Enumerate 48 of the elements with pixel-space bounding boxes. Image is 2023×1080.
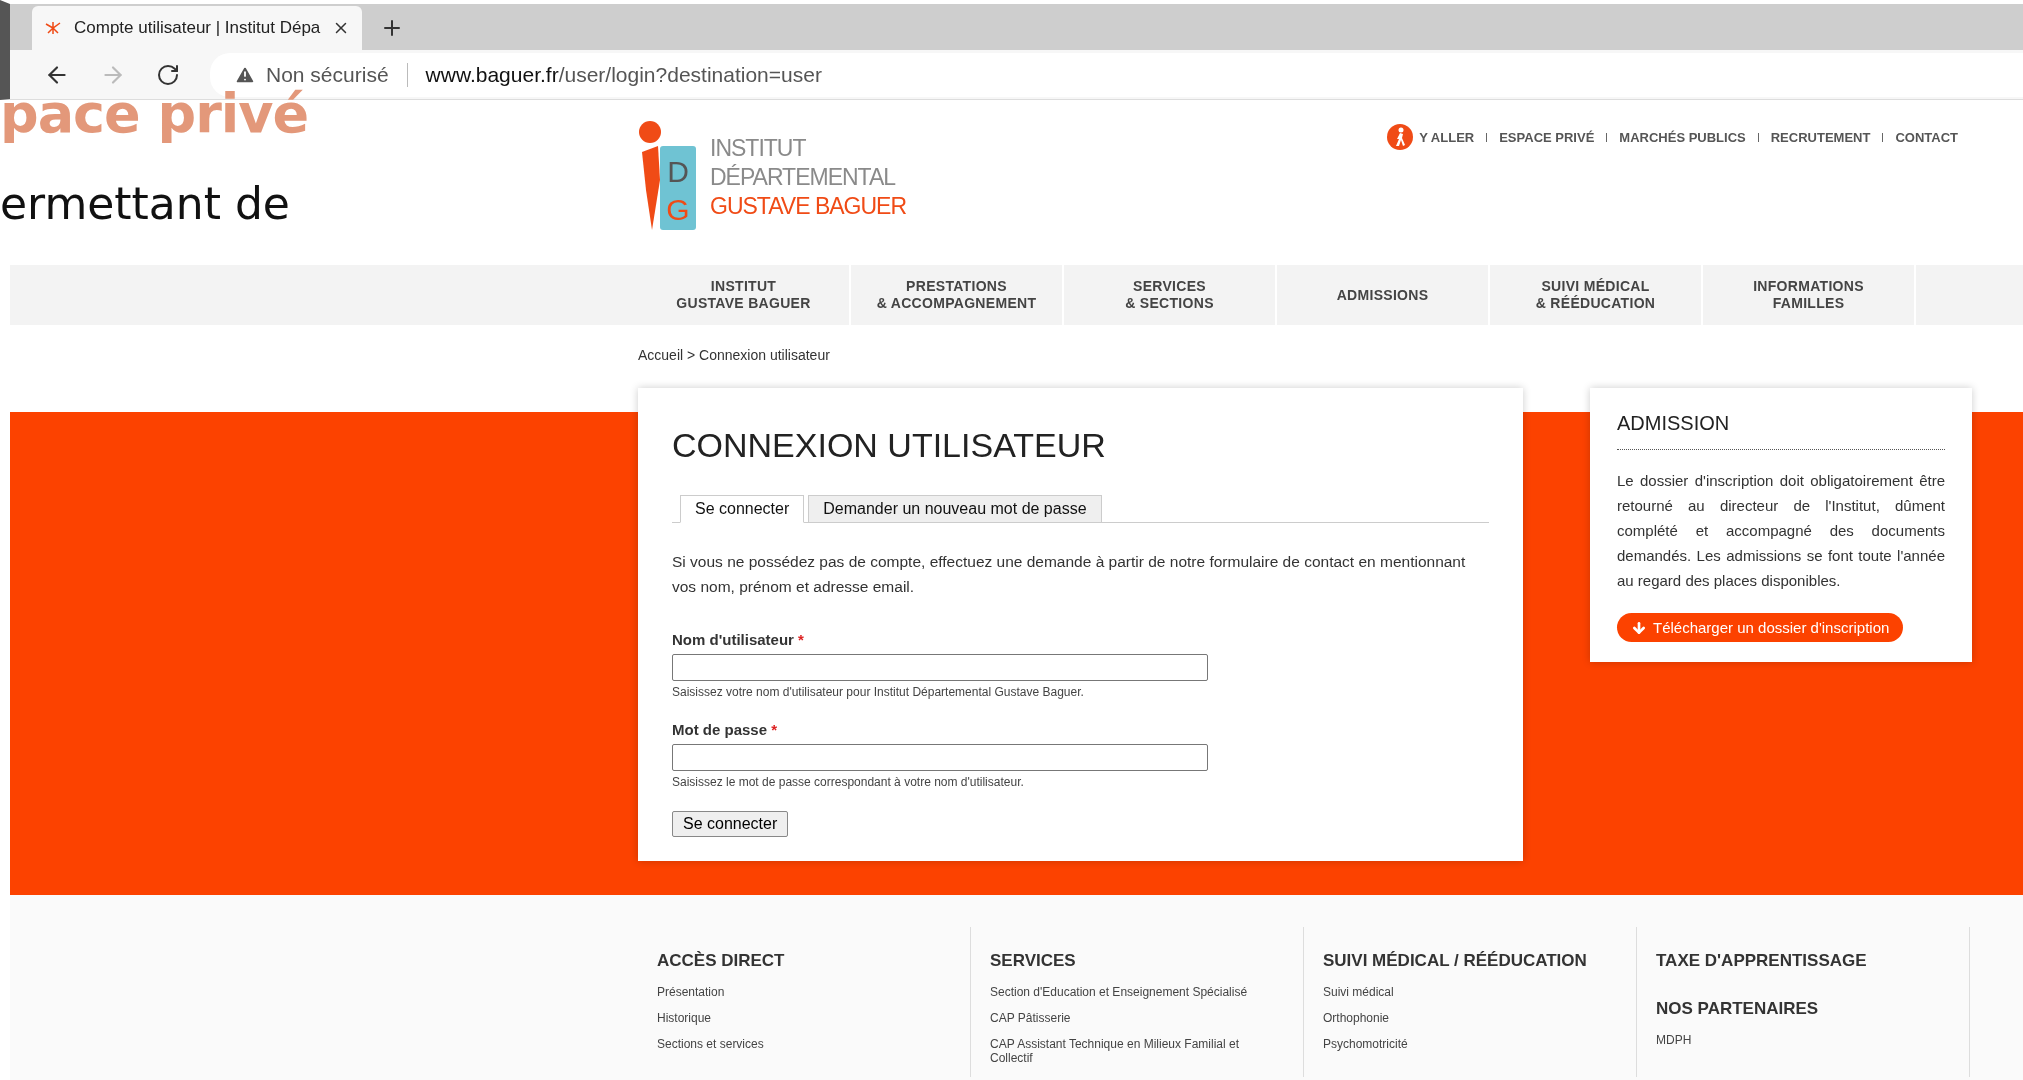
field-label: Nom d'utilisateur * <box>672 631 805 648</box>
footer-link[interactable]: Historique <box>657 1011 951 1025</box>
top-link[interactable]: Y ALLER <box>1387 124 1475 150</box>
nav-item[interactable]: SUIVI MÉDICAL & RÉÉDUCATION <box>1490 265 1703 325</box>
nav-item[interactable]: INFORMATIONS FAMILLES <box>1703 265 1916 325</box>
field-label: Mot de passe * <box>672 721 779 738</box>
site-favicon-icon <box>44 21 62 35</box>
page-title: CONNEXION UTILISATEUR <box>672 426 1107 465</box>
form-tab[interactable]: Demander un nouveau mot de passe <box>808 495 1102 523</box>
top-link[interactable]: ESPACE PRIVÉ <box>1499 129 1595 145</box>
footer-link[interactable]: CAP Assistant Technique en Milieux Familial et Collectif <box>990 1037 1284 1065</box>
field-help-text: Saisissez votre nom d'utilisateur pour Institut Départemental Gustave Baguer. <box>672 685 1085 699</box>
top-link[interactable]: CONTACT <box>1895 129 1958 145</box>
footer-heading: NOS PARTENAIRES <box>1656 999 1820 1019</box>
footer-heading: TAXE D'APPRENTISSAGE <box>1656 951 1868 971</box>
url-text: www.baguer.fr/user/login?destination=user <box>425 62 822 87</box>
intro-text: Si vous ne possédez pas de compte, effectuez une demande à partir de notre formulaire de contact en mentionnant vos nom, prénom et adresse email. <box>672 552 1467 597</box>
footer-link[interactable]: Psychomotricité <box>1323 1037 1617 1051</box>
footer-link[interactable]: CAP Pâtisserie <box>990 1011 1284 1025</box>
input-field[interactable] <box>672 654 1208 681</box>
slide-text: ermettant de <box>0 178 290 229</box>
footer-link[interactable]: Orthophonie <box>1323 1011 1617 1025</box>
reload-button[interactable] <box>156 62 180 87</box>
admission-text: Le dossier d'inscription doit obligatoirement être retourné au directeur de l'Institut, dûment complété et accompagné des documents demandés. Les admissions se font toute l'année au regard des places disponibles. <box>1617 471 1945 591</box>
card-title: ADMISSION <box>1617 412 1945 450</box>
top-link[interactable]: RECRUTEMENT <box>1770 129 1871 145</box>
footer-link[interactable]: MDPH <box>1656 1033 1950 1047</box>
login-button[interactable]: Se connecter <box>672 811 789 837</box>
footer-heading: SUIVI MÉDICAL / RÉÉDUCATION <box>1323 951 1588 971</box>
nav-item[interactable]: PRESTATIONS & ACCOMPAGNEMENT <box>851 265 1064 325</box>
footer-link[interactable]: Suivi médical <box>1323 985 1617 999</box>
download-button[interactable]: Télécharger un dossier d'inscription <box>1617 613 1904 642</box>
field-help-text: Saisissez le mot de passe correspondant à votre nom d'utilisateur. <box>672 775 1025 789</box>
walking-person-icon <box>1387 124 1414 150</box>
browser-tab[interactable]: Compte utilisateur | Institut Dépa <box>32 6 363 50</box>
form-tab[interactable]: Se connecter <box>680 495 805 523</box>
top-link[interactable]: MARCHÉS PUBLICS <box>1619 129 1746 145</box>
nav-item[interactable]: SERVICES & SECTIONS <box>1064 265 1277 325</box>
nav-item[interactable]: ADMISSIONS <box>1277 265 1490 325</box>
footer-heading: SERVICES <box>990 951 1077 971</box>
breadcrumb: Accueil > Connexion utilisateur <box>638 346 831 365</box>
footer-link[interactable]: Présentation <box>657 985 951 999</box>
input-field[interactable] <box>672 744 1208 771</box>
footer-link[interactable]: Sections et services <box>657 1037 951 1051</box>
footer-heading: ACCÈS DIRECT <box>657 951 786 971</box>
nav-item[interactable]: INSTITUT GUSTAVE BAGUER <box>638 265 851 325</box>
tab-title: Compte utilisateur | Institut Dépa <box>74 18 321 38</box>
footer-link[interactable]: Section d'Education et Enseignement Spécialisé <box>990 985 1284 999</box>
